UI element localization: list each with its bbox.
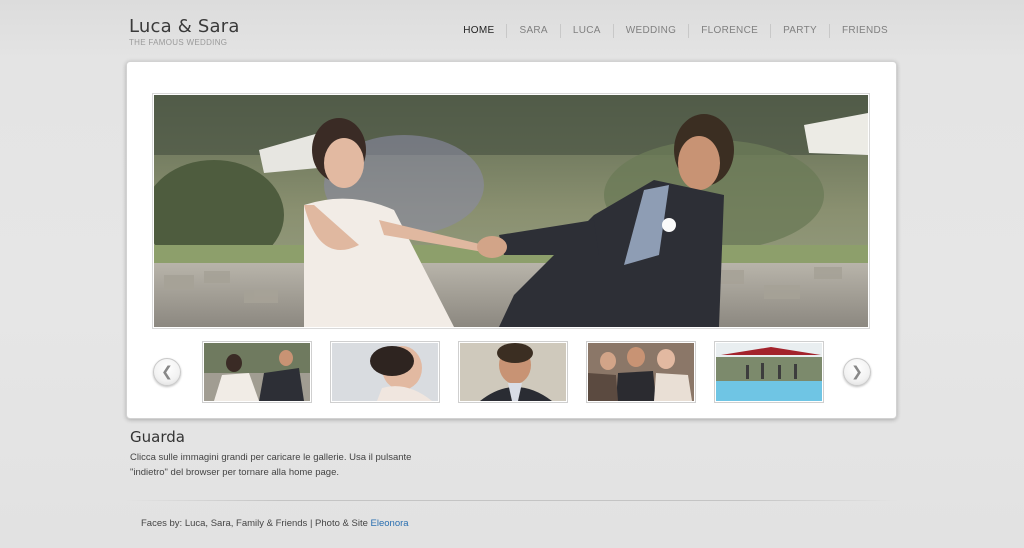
thumbnail[interactable]	[714, 341, 824, 403]
thumbnail[interactable]	[458, 341, 568, 403]
thumbnail[interactable]	[586, 341, 696, 403]
featured-photo-image	[154, 95, 868, 327]
thumbnail-image	[716, 343, 822, 401]
thumbnail-image	[332, 343, 438, 401]
nav-item-home[interactable]: HOME	[451, 24, 506, 38]
nav-item-party[interactable]: PARTY	[771, 24, 829, 38]
thumbnail-image	[204, 343, 310, 401]
thumbnail[interactable]	[202, 341, 312, 403]
description-line: Clicca sulle immagini grandi per caricar…	[130, 452, 412, 463]
nav-item-friends[interactable]: FRIENDS	[830, 24, 900, 38]
slider-next-button[interactable]: ❯	[843, 358, 871, 386]
slider-prev-button[interactable]: ❮	[153, 358, 181, 386]
site-subtitle: THE FAMOUS WEDDING	[129, 38, 228, 47]
section-description: Clicca sulle immagini grandi per caricar…	[130, 450, 450, 480]
site-title[interactable]: Luca & Sara	[129, 16, 240, 37]
site-footer: Faces by: Luca, Sara, Family & Friends |…	[141, 518, 409, 529]
nav-item-wedding[interactable]: WEDDING	[614, 24, 688, 38]
thumbnail-image	[588, 343, 694, 401]
thumbnail[interactable]	[330, 341, 440, 403]
nav-item-luca[interactable]: LUCA	[561, 24, 613, 38]
chevron-left-icon: ❮	[161, 364, 173, 380]
section-title: Guarda	[130, 428, 185, 446]
footer-credits: Faces by: Luca, Sara, Family & Friends |…	[141, 518, 371, 529]
site-header: Luca & Sara THE FAMOUS WEDDING HOME SARA…	[0, 0, 1024, 60]
featured-photo[interactable]	[152, 93, 870, 329]
thumbnail-image	[460, 343, 566, 401]
footer-author-link[interactable]: Eleonora	[371, 518, 409, 529]
description-line: "indietro" del browser per tornare alla …	[130, 467, 339, 478]
main-nav: HOME SARA LUCA WEDDING FLORENCE PARTY FR…	[451, 24, 900, 38]
nav-item-sara[interactable]: SARA	[507, 24, 559, 38]
nav-item-florence[interactable]: FLORENCE	[689, 24, 770, 38]
chevron-right-icon: ❯	[851, 364, 863, 380]
photo-slider: ❮ ❯	[126, 61, 897, 419]
footer-divider	[126, 500, 897, 501]
